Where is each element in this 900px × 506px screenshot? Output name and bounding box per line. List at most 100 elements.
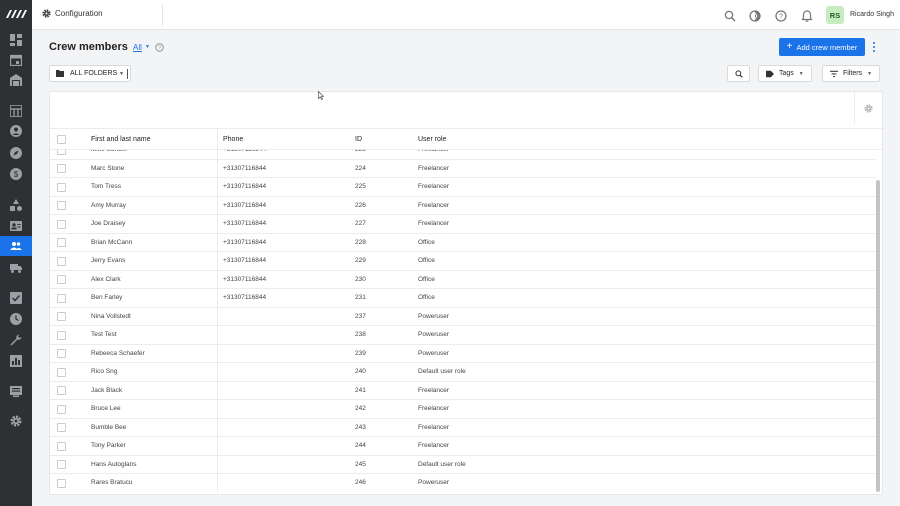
folder-icon	[56, 70, 64, 77]
row-checkbox[interactable]	[57, 238, 66, 247]
cell-name: Ben Farley	[91, 294, 123, 301]
table-row[interactable]: Rico Sng 240 Default user role	[50, 363, 876, 382]
truck-icon[interactable]	[9, 261, 23, 275]
table-row[interactable]: Bruce Lee 242 Freelancer	[50, 400, 876, 419]
more-options-icon[interactable]	[871, 41, 877, 53]
chevron-down-icon[interactable]: ▼	[145, 44, 150, 50]
row-checkbox[interactable]	[57, 164, 66, 173]
inbox-icon[interactable]	[9, 384, 23, 398]
logo[interactable]	[3, 6, 29, 22]
row-checkbox[interactable]	[57, 293, 66, 303]
column-divider	[217, 418, 218, 437]
all-filter-link[interactable]: All	[133, 43, 142, 52]
money-icon[interactable]: $	[9, 167, 23, 181]
row-checkbox[interactable]	[57, 478, 66, 488]
cell-name: Rebeeca Schaefer	[91, 349, 145, 357]
table-row[interactable]: Jack Black 241 Freelancer	[50, 381, 876, 400]
table-row[interactable]: Brian McCann +31307116844 228 Office	[50, 233, 876, 252]
row-checkbox[interactable]	[57, 423, 66, 432]
table-search-button[interactable]	[727, 65, 750, 82]
user-name[interactable]: Ricardo Singh	[850, 11, 894, 18]
table-row[interactable]: Test Test 238 Poweruser	[50, 326, 876, 345]
column-header-id[interactable]: ID	[355, 136, 362, 143]
cell-role: Freelancer	[418, 442, 450, 449]
help-icon[interactable]: ?	[155, 43, 164, 52]
contrast-icon[interactable]	[749, 9, 761, 22]
table-row[interactable]: Tony Parker 244 Freelancer	[50, 437, 876, 456]
table-row[interactable]: Hans Autoglans 245 Default user role	[50, 455, 876, 474]
grid-icon[interactable]	[9, 104, 23, 118]
dashboard-icon[interactable]	[9, 33, 23, 47]
compass-icon[interactable]	[9, 146, 23, 160]
table-row[interactable]: Amy Murray +31307116844 226 Freelancer	[50, 196, 876, 215]
configuration-link[interactable]: Configuration	[42, 9, 103, 18]
sidebar: $	[0, 0, 32, 506]
row-checkbox[interactable]	[57, 256, 66, 266]
folder-select[interactable]: ALL FOLDERS ▼	[49, 65, 131, 82]
row-checkbox[interactable]	[57, 386, 66, 395]
row-checkbox[interactable]	[57, 349, 66, 358]
wrench-icon[interactable]	[9, 333, 23, 347]
cell-name: Tom Tress	[91, 183, 121, 190]
row-checkbox[interactable]	[57, 182, 66, 192]
cell-name: Bumble Bee	[91, 423, 127, 431]
crew-icon[interactable]	[9, 239, 23, 253]
table-row[interactable]: Tom Tress +31307116844 225 Freelancer	[50, 178, 876, 197]
cell-phone: +31307116844	[223, 183, 267, 190]
table-row[interactable]: Alex Clark +31307116844 230 Office	[50, 270, 876, 289]
table-row[interactable]: Jerry Evans +31307116844 229 Office	[50, 252, 876, 271]
cell-id: 227	[355, 220, 366, 227]
row-checkbox[interactable]	[57, 275, 66, 284]
table-row[interactable]: Ben Farley +31307116844 231 Office	[50, 289, 876, 308]
row-checkbox[interactable]	[57, 460, 66, 469]
tags-button[interactable]: Tags ▼	[758, 65, 812, 82]
contacts-icon[interactable]	[9, 124, 23, 138]
add-crew-member-button[interactable]: + Add crew member	[779, 38, 865, 56]
table-row[interactable]: Bumble Bee 243 Freelancer	[50, 418, 876, 437]
table-row[interactable]: Marc Stone +31307116844 224 Freelancer	[50, 159, 876, 178]
row-checkbox[interactable]	[57, 404, 66, 414]
row-checkbox[interactable]	[57, 150, 66, 155]
gear-icon	[42, 9, 51, 18]
row-checkbox[interactable]	[57, 201, 66, 210]
column-divider	[217, 307, 218, 326]
column-header-name[interactable]: First and last name	[91, 136, 151, 143]
table-row[interactable]: Rebeeca Schaefer 239 Poweruser	[50, 344, 876, 363]
cell-name: Alex Clark	[91, 275, 121, 283]
select-divider	[127, 69, 128, 79]
table-row[interactable]: Nina Vollstedt 237 Poweruser	[50, 307, 876, 326]
warehouse-icon[interactable]	[9, 73, 23, 87]
row-checkbox[interactable]	[57, 330, 66, 340]
cell-name: Hans Autoglans	[91, 460, 137, 468]
table-scrollbar[interactable]	[876, 180, 880, 492]
search-icon[interactable]	[724, 9, 736, 22]
settings-icon[interactable]	[9, 414, 23, 428]
filters-button[interactable]: Filters ▼	[822, 65, 881, 82]
cell-id: 224	[355, 164, 366, 172]
folder-select-label: ALL FOLDERS	[70, 70, 118, 77]
table-row[interactable]: Mike Sander +31307116844 223 Freelancer	[50, 150, 876, 160]
row-checkbox[interactable]	[57, 367, 66, 377]
column-header-role[interactable]: User role	[418, 136, 446, 143]
shapes-icon[interactable]	[9, 198, 23, 212]
cell-id: 230	[355, 275, 366, 283]
table-row[interactable]: Rares Bratucu 246 Poweruser	[50, 474, 876, 492]
select-all-checkbox[interactable]	[57, 135, 66, 144]
clock-icon[interactable]	[9, 312, 23, 326]
calendar-icon[interactable]	[9, 53, 23, 67]
row-checkbox[interactable]	[57, 219, 66, 229]
table-row[interactable]: Joe Draisey +31307116844 227 Freelancer	[50, 215, 876, 234]
help-circle-icon[interactable]: ?	[775, 9, 787, 22]
report-icon[interactable]	[9, 354, 23, 368]
bell-icon[interactable]	[801, 9, 813, 22]
cell-id: 223	[355, 150, 366, 153]
avatar[interactable]: RS	[826, 6, 844, 24]
cell-role: Freelancer	[418, 386, 450, 394]
column-header-phone[interactable]: Phone	[223, 136, 243, 143]
checklist-icon[interactable]	[9, 291, 23, 305]
id-card-icon[interactable]	[9, 219, 23, 233]
row-checkbox[interactable]	[57, 441, 66, 451]
row-checkbox[interactable]	[57, 312, 66, 321]
cell-phone: +31307116844	[223, 164, 267, 172]
table-settings-button[interactable]	[854, 92, 882, 124]
